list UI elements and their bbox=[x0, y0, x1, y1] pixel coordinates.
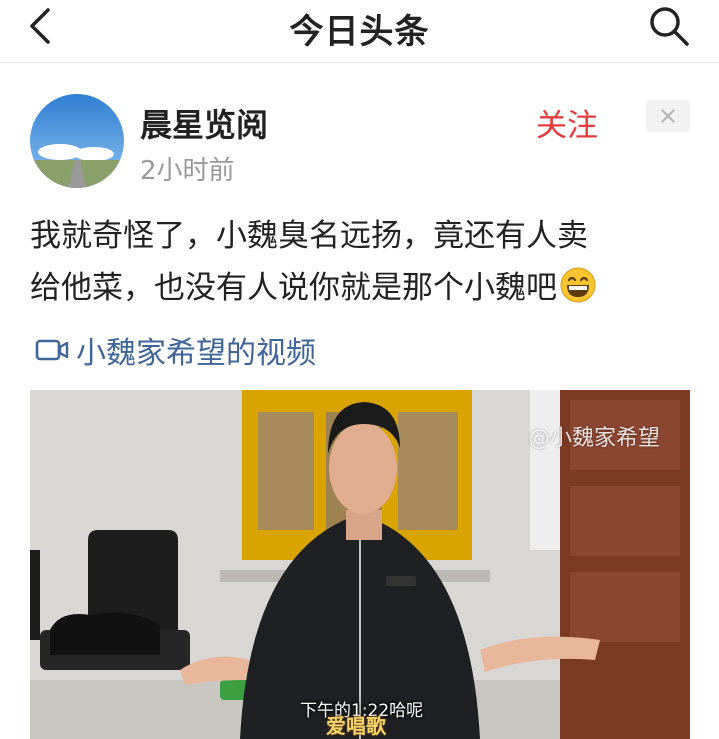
video-link-label: 小魏家希望的视频 bbox=[76, 336, 316, 371]
avatar[interactable] bbox=[30, 94, 124, 188]
video-icon bbox=[35, 339, 69, 361]
post-text-line: 给他菜，也没有人说你就是那个小魏吧 bbox=[30, 262, 695, 314]
follow-button[interactable]: 关注 bbox=[536, 100, 598, 145]
post-text-line: 我就奇怪了，小魏臭名远扬，竟还有人卖 bbox=[30, 218, 588, 254]
grinning-face-emoji bbox=[560, 267, 596, 303]
dismiss-button[interactable] bbox=[646, 100, 690, 132]
post-text[interactable]: 我就奇怪了，小魏臭名远扬，竟还有人卖 给他菜，也没有人说你就是那个小魏吧 bbox=[30, 210, 695, 314]
close-icon bbox=[661, 109, 675, 123]
video-source-link[interactable]: 小魏家希望的视频 bbox=[34, 328, 316, 372]
video-overlay-logo: 爱唱歌 bbox=[326, 714, 386, 738]
top-navigation-bar: 今日头条 bbox=[0, 0, 719, 63]
author-name[interactable]: 晨星览阅 bbox=[140, 100, 268, 146]
app-title: 今日头条 bbox=[289, 12, 430, 52]
video-thumbnail[interactable]: @小魏家希望 下午的1:22哈呢 爱唱歌 bbox=[30, 390, 690, 739]
post-time: 2小时前 bbox=[140, 156, 235, 186]
post-header: 晨星览阅 2小时前 关注 bbox=[0, 84, 719, 194]
video-watermark: @小魏家希望 bbox=[527, 426, 660, 451]
search-icon[interactable] bbox=[647, 4, 691, 48]
